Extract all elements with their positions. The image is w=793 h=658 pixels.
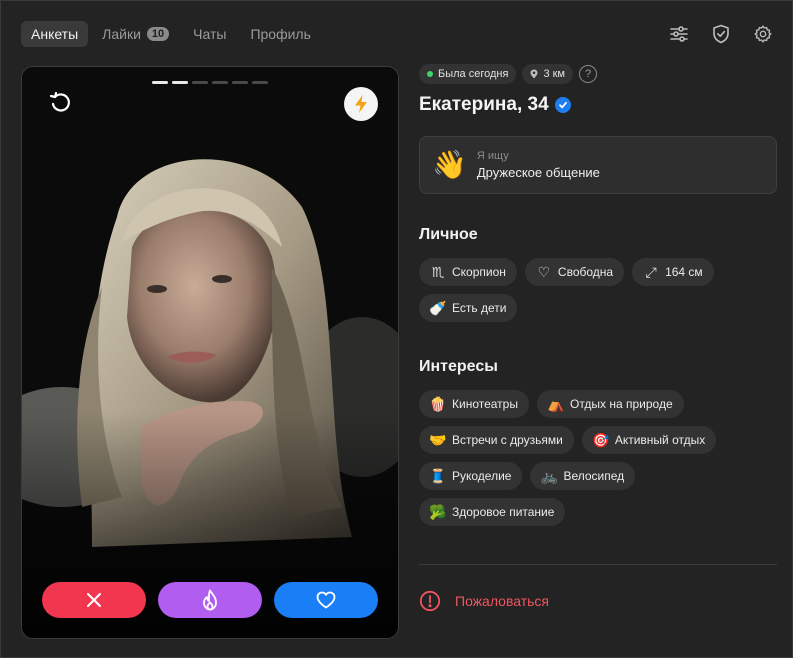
online-status-chip: Была сегодня xyxy=(419,64,517,84)
tab-chats[interactable]: Чаты xyxy=(183,21,236,47)
scorpio-icon: ♏ xyxy=(431,263,445,280)
app-window: Анкеты Лайки 10 Чаты Профиль Была сегодн… xyxy=(0,0,793,658)
chip-label: Рукоделие xyxy=(452,469,512,483)
interest-chips: 🍿 Кинотеатры ⛺ Отдых на природе 🤝 Встречи с… xyxy=(419,390,777,526)
verified-badge-icon xyxy=(554,97,571,113)
alert-circle-icon xyxy=(419,590,441,612)
section-divider xyxy=(419,564,777,565)
photo-dot[interactable] xyxy=(192,81,208,84)
tab-profile[interactable]: Профиль xyxy=(240,21,320,47)
interest-chip: 🥦 Здоровое питание xyxy=(419,498,566,526)
bicycle-icon: 🚲 xyxy=(540,467,559,484)
chip-children: 🍼 Есть дети xyxy=(419,294,518,322)
distance-chip: 3 км xyxy=(522,64,573,84)
photo-dot[interactable] xyxy=(252,81,268,84)
flame-icon xyxy=(203,589,217,611)
chip-label: Свободна xyxy=(557,265,614,279)
photo-dot[interactable] xyxy=(152,81,168,84)
swipe-actions xyxy=(42,582,378,618)
help-icon[interactable]: ? xyxy=(579,65,597,83)
tent-icon: ⛺ xyxy=(547,395,565,412)
photo-pagination xyxy=(152,81,268,84)
photo-dot[interactable] xyxy=(232,81,248,84)
interests-section: Интересы 🍿 Кинотеатры ⛺ Отдых на природе 🤝… xyxy=(419,358,777,526)
dislike-button[interactable] xyxy=(42,582,146,618)
chip-label: Отдых на природе xyxy=(569,397,673,411)
interest-chip: 🍿 Кинотеатры xyxy=(419,390,529,418)
personal-section: Личное ♏ Скорпион ♡ Свободна ⤢ 164 см 🍼 Есть… xyxy=(419,226,777,322)
chip-height: ⤢ 164 см xyxy=(632,258,714,286)
chip-label: Активный отдых xyxy=(614,433,706,447)
profile-meta: Была сегодня 3 км ? xyxy=(419,64,777,84)
tab-likes[interactable]: Лайки 10 xyxy=(92,21,179,47)
waving-hand-icon: 👋 xyxy=(432,149,467,180)
photo-dot[interactable] xyxy=(172,81,188,84)
report-button[interactable]: Пожаловаться xyxy=(419,590,777,612)
interests-section-title: Интересы xyxy=(419,358,498,375)
looking-for-label: Я ищу xyxy=(476,150,509,162)
target-icon: 🎯 xyxy=(592,431,610,448)
personal-chips: ♏ Скорпион ♡ Свободна ⤢ 164 см 🍼 Есть дети xyxy=(419,258,777,322)
shield-check-icon[interactable] xyxy=(710,23,732,45)
looking-for-value: Дружеское общение xyxy=(476,165,600,180)
boost-button[interactable] xyxy=(344,87,378,121)
looking-for-card: 👋 Я ищу Дружеское общение xyxy=(419,136,777,194)
tab-ankety[interactable]: Анкеты xyxy=(21,21,89,47)
chip-label: Велосипед xyxy=(563,469,625,483)
looking-for-text: Я ищу Дружеское общение xyxy=(477,150,600,180)
chip-label: Кинотеатры xyxy=(452,397,518,411)
name-age-text: Екатерина, 34 xyxy=(419,94,549,115)
online-dot-icon xyxy=(427,71,433,77)
status-text: Была сегодня xyxy=(438,68,509,80)
interest-chip: 🧵 Рукоделие xyxy=(419,462,523,490)
photo-dot[interactable] xyxy=(212,81,228,84)
report-label: Пожаловаться xyxy=(455,593,550,609)
top-toolbar xyxy=(668,23,774,45)
likes-count-badge: 10 xyxy=(146,27,170,41)
heart-icon xyxy=(316,591,336,609)
tab-label: Лайки xyxy=(102,26,141,42)
chip-label: 164 см xyxy=(665,265,703,279)
tab-label: Профиль xyxy=(250,26,311,42)
broccoli-icon: 🥦 xyxy=(429,503,447,520)
chip-label: Здоровое питание xyxy=(452,505,555,519)
lightning-icon xyxy=(355,95,367,113)
heart-outline-icon: ♡ xyxy=(537,263,551,280)
chip-label: Скорпион xyxy=(452,265,506,279)
expand-arrows-icon: ⤢ xyxy=(645,263,657,280)
interest-chip: 🎯 Активный отдых xyxy=(581,426,717,454)
thread-spool-icon: 🧵 xyxy=(429,467,447,484)
interest-chip: 🤝 Встречи с друзьями xyxy=(419,426,574,454)
profile-photo xyxy=(22,67,398,638)
chip-label: Встречи с друзьями xyxy=(452,433,563,447)
settings-gear-icon[interactable] xyxy=(752,23,774,45)
profile-name: Екатерина, 34 xyxy=(419,94,777,116)
popcorn-icon: 🍿 xyxy=(429,395,447,412)
top-navigation: Анкеты Лайки 10 Чаты Профиль xyxy=(21,21,321,47)
superlike-button[interactable] xyxy=(158,582,262,618)
interest-chip: 🚲 Велосипед xyxy=(530,462,636,490)
profile-info-pane: Была сегодня 3 км ? Екатерина, 34 👋 Я ищ… xyxy=(419,64,777,612)
close-icon xyxy=(87,593,101,607)
tab-label: Анкеты xyxy=(31,26,79,42)
filters-icon[interactable] xyxy=(668,23,690,45)
like-button[interactable] xyxy=(274,582,378,618)
chip-label: Есть дети xyxy=(452,301,507,315)
chip-zodiac: ♏ Скорпион xyxy=(419,258,517,286)
tab-label: Чаты xyxy=(193,26,227,42)
handshake-icon: 🤝 xyxy=(429,431,447,448)
baby-bottle-icon: 🍼 xyxy=(429,299,447,316)
location-pin-icon xyxy=(530,69,538,79)
undo-icon[interactable] xyxy=(48,91,72,115)
personal-section-title: Личное xyxy=(419,226,478,243)
profile-photo-card[interactable] xyxy=(21,66,399,639)
distance-text: 3 км xyxy=(543,68,565,80)
chip-relationship: ♡ Свободна xyxy=(524,258,625,286)
interest-chip: ⛺ Отдых на природе xyxy=(536,390,684,418)
